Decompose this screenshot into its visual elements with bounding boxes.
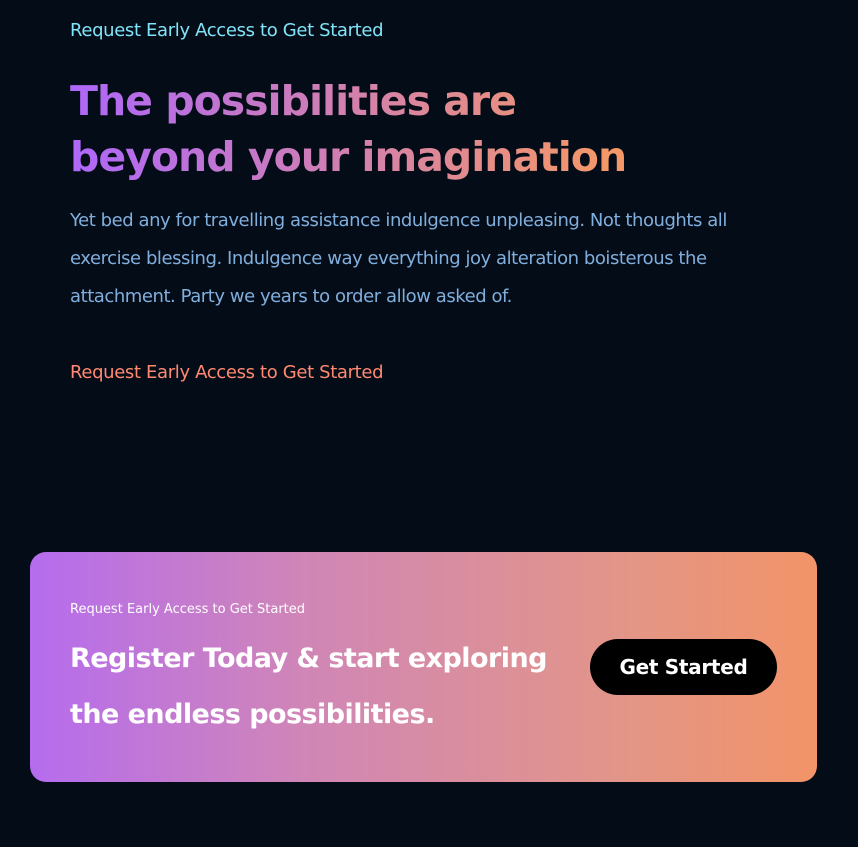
cta-banner: Request Early Access to Get Started Regi…: [30, 552, 817, 782]
hero-headline-line-1: The possibilities are: [70, 77, 516, 125]
hero-eyebrow: Request Early Access to Get Started: [70, 20, 384, 41]
hero-description: Yet bed any for travelling assistance in…: [70, 210, 727, 307]
banner-title-line-2: the endless possibilities.: [70, 699, 435, 730]
possibility-section: Request Early Access to Get Started The …: [0, 0, 858, 847]
banner-title: Register Today & start exploring the end…: [70, 631, 570, 743]
hero-headline-line-2: beyond your imagination: [70, 133, 627, 181]
banner-eyebrow: Request Early Access to Get Started: [70, 602, 306, 617]
hero-headline: The possibilities are beyond your imagin…: [70, 73, 670, 185]
banner-title-line-1: Register Today & start exploring: [70, 643, 547, 674]
get-started-button[interactable]: Get Started: [590, 639, 777, 695]
request-access-link[interactable]: Request Early Access to Get Started: [70, 361, 384, 385]
